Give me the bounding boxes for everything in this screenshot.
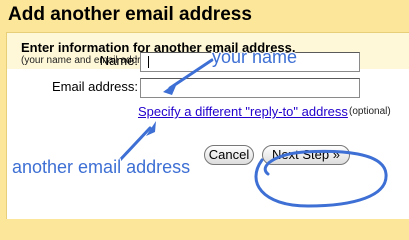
next-step-circle xyxy=(254,149,388,208)
email-arrow xyxy=(118,126,152,162)
name-arrowhead xyxy=(163,81,178,95)
annotation-overlay xyxy=(118,58,388,208)
annotation-your-name: your name xyxy=(212,47,298,67)
annotation-another-email: another email address xyxy=(12,157,191,177)
